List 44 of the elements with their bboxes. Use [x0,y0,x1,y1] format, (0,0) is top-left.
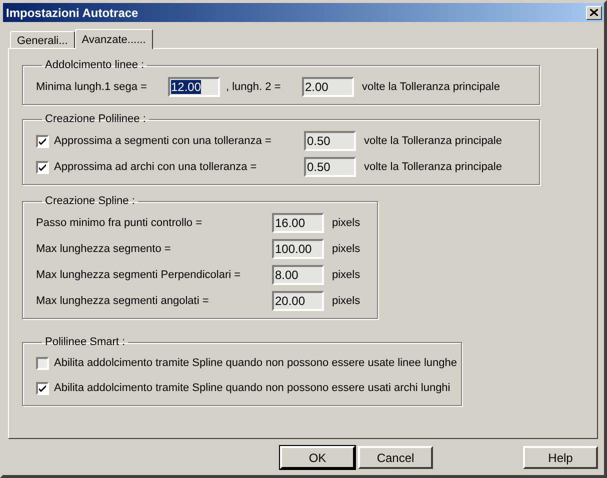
check-icon [39,138,46,144]
unit-label: pixels [332,242,360,257]
close-icon [590,9,598,16]
text-field[interactable]: 2.00 [302,77,354,97]
text-field[interactable]: 100.00 [272,239,324,259]
checkbox-label[interactable]: Approssima a segmenti con una tolleranza = [54,132,304,150]
dialog-button[interactable]: Cancel [358,446,433,469]
checkbox-label[interactable]: Abilita addolcimento tramite Spline quando non possono essere usate linee lunghe [54,355,457,372]
checkbox[interactable] [36,382,49,395]
checkbox[interactable] [36,134,49,148]
checkbox-label[interactable]: Abilita addolcimento tramite Spline quando non possono essere usati archi lunghi [54,380,450,397]
field-label: Minima lungh.1 sega = [36,80,148,95]
unit-label: volte la Tolleranza principale [362,80,500,95]
field-label: Passo minimo fra punti controllo = [36,216,203,231]
check-icon [39,164,46,170]
unit-label: volte la Tolleranza principale [364,134,502,149]
checkbox[interactable] [36,357,49,370]
checkbox[interactable] [36,160,49,174]
field-label: Max lunghezza segmenti angolati = [36,294,210,309]
group-title: Creazione Spline : [44,195,136,208]
field-label: , lungh. 2 = [226,80,282,95]
group-title: Creazione Polilinee : [44,113,147,126]
group-title: Addolcimento linee : [44,59,146,72]
text-field[interactable]: 0.50 [304,157,356,177]
text-field[interactable]: 16.00 [272,213,324,233]
dialog-button[interactable]: Help [523,446,598,469]
tab[interactable]: Avanzate...... [74,29,153,49]
unit-label: volte la Tolleranza principale [364,160,502,175]
field-label: Max lunghezza segmenti Perpendicolari = [36,268,242,283]
text-field[interactable]: 12.00 [168,77,220,97]
unit-label: pixels [332,216,360,231]
text-field[interactable]: 0.50 [304,131,356,151]
close-button[interactable] [586,6,602,20]
dialog-button[interactable]: OK [280,446,355,469]
tab[interactable]: Generali... [10,31,75,48]
checkbox-label[interactable]: Approssima ad archi con una tolleranza = [54,158,304,176]
group-title: Polilinee Smart : [44,336,126,349]
unit-label: pixels [332,294,360,309]
text-field[interactable]: 8.00 [272,265,324,285]
window-title: Impostazioni Autotrace [6,6,138,20]
text-field[interactable]: 20.00 [272,291,324,311]
unit-label: pixels [332,268,360,283]
field-label: Max lunghezza segmento = [36,242,172,257]
check-icon [39,385,46,392]
